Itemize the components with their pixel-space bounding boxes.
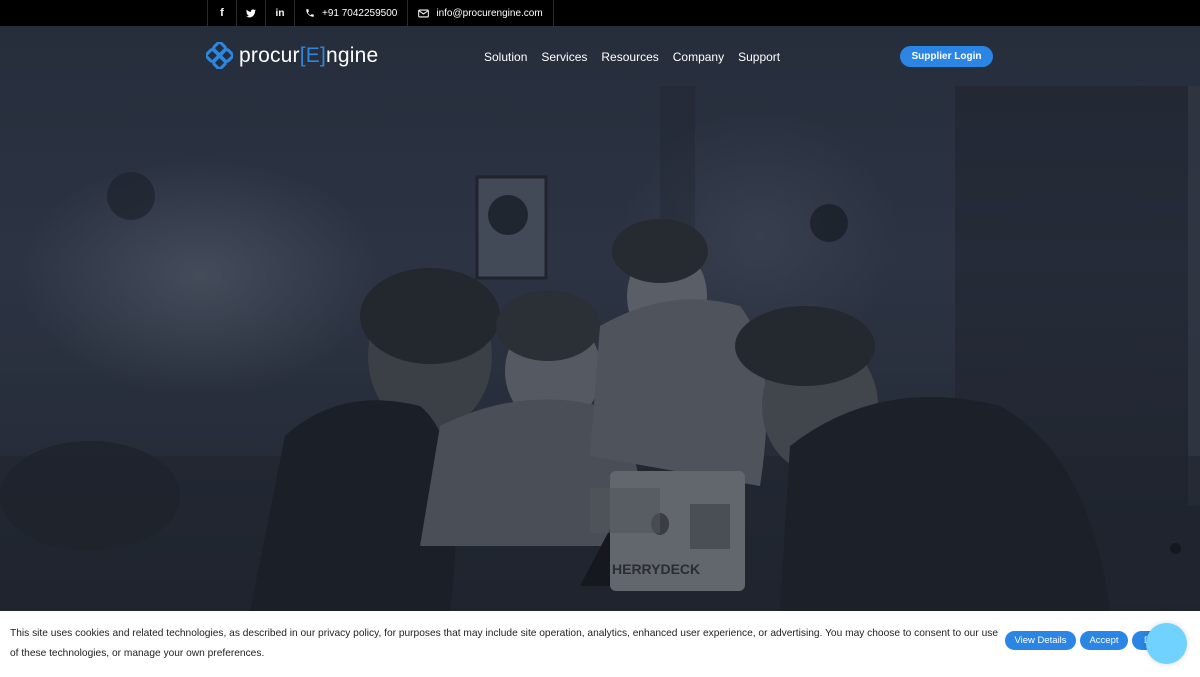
email-address: info@procurengine.com bbox=[436, 7, 543, 19]
cookie-banner: This site uses cookies and related techn… bbox=[0, 611, 1200, 677]
facebook-icon: f bbox=[220, 7, 224, 19]
top-bar-links: f in +91 7042259500 info@procurengine.co… bbox=[207, 0, 554, 26]
phone-icon bbox=[306, 9, 314, 17]
phone-number: +91 7042259500 bbox=[322, 7, 398, 19]
site-logo[interactable]: procur[E]ngine bbox=[206, 42, 378, 69]
accept-button[interactable]: Accept bbox=[1080, 631, 1128, 650]
twitter-icon bbox=[246, 8, 256, 17]
top-bar: f in +91 7042259500 info@procurengine.co… bbox=[0, 0, 1200, 26]
main-nav: Solution Services Resources Company Supp… bbox=[484, 50, 780, 64]
nav-resources[interactable]: Resources bbox=[601, 50, 658, 64]
laptop-sticker: HERRYDECK bbox=[612, 561, 700, 577]
email-link[interactable]: info@procurengine.com bbox=[407, 0, 554, 26]
hero-photo: HERRYDECK bbox=[0, 86, 1200, 611]
nav-company[interactable]: Company bbox=[673, 50, 724, 64]
twitter-link[interactable] bbox=[236, 0, 265, 26]
slider-dot-icon[interactable] bbox=[1170, 543, 1181, 554]
linkedin-icon: in bbox=[275, 7, 285, 19]
linkedin-link[interactable]: in bbox=[265, 0, 294, 26]
facebook-link[interactable]: f bbox=[207, 0, 236, 26]
supplier-login-button[interactable]: Supplier Login bbox=[900, 46, 993, 67]
nav-services[interactable]: Services bbox=[541, 50, 587, 64]
phone-link[interactable]: +91 7042259500 bbox=[294, 0, 407, 26]
nav-solution[interactable]: Solution bbox=[484, 50, 527, 64]
hero-section: HERRYDECK bbox=[0, 26, 1200, 611]
logo-wordmark: procur[E]ngine bbox=[239, 43, 379, 67]
cookie-text: This site uses cookies and related techn… bbox=[10, 628, 998, 659]
procurengine-logo-icon bbox=[206, 42, 233, 69]
view-details-button[interactable]: View Details bbox=[1005, 631, 1076, 650]
mail-icon bbox=[418, 9, 430, 17]
nav-support[interactable]: Support bbox=[738, 50, 780, 64]
chat-widget-button[interactable] bbox=[1146, 623, 1187, 664]
